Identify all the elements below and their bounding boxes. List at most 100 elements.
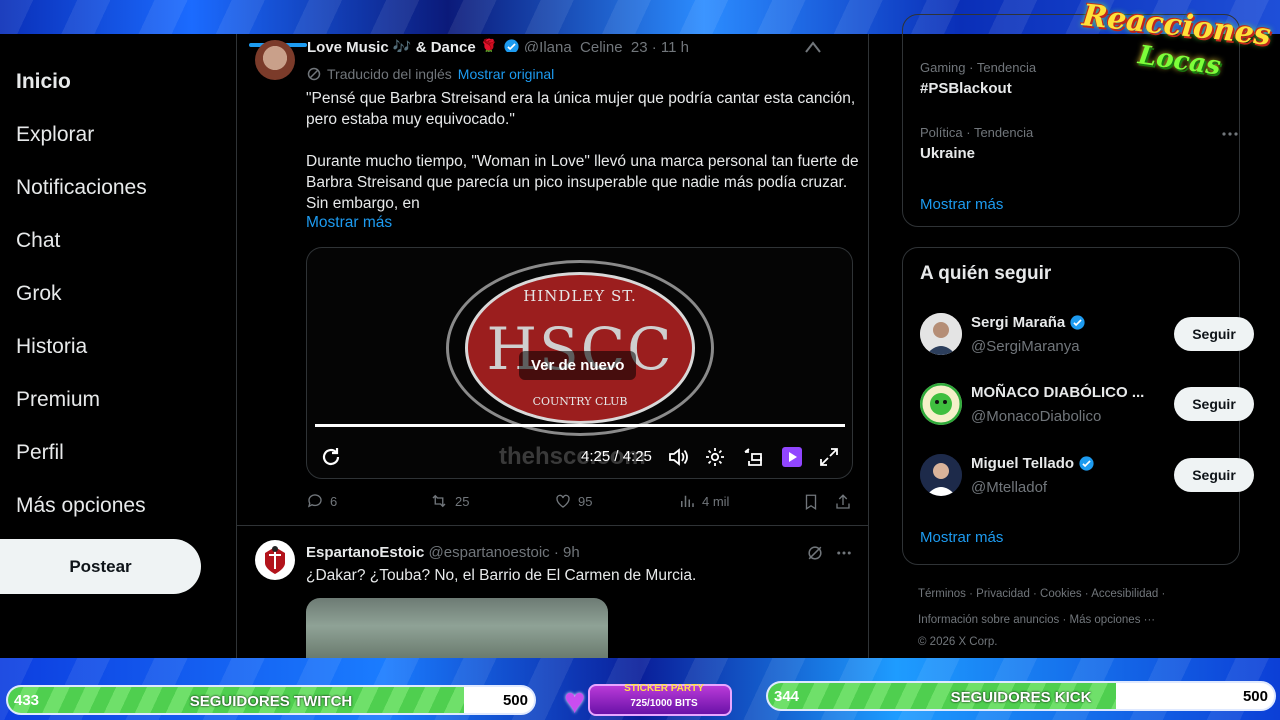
heart-icon [556, 494, 570, 508]
person-photo-icon [920, 313, 962, 355]
replay-icon[interactable] [319, 445, 343, 469]
fullscreen-icon[interactable] [817, 445, 841, 469]
nav-item-inicio[interactable]: Inicio [16, 70, 71, 94]
follow-user-name-text: MOÑACO DIABÓLICO ... [971, 384, 1145, 401]
tweet-text: "Pensé que Barbra Streisand era la única… [306, 90, 859, 212]
views-button[interactable]: 4 mil [678, 492, 729, 510]
trend-name[interactable]: #PSBlackout [920, 80, 1012, 97]
tweet-text: ¿Dakar? ¿Touba? No, el Barrio de El Carm… [306, 567, 697, 584]
nav-item-historia[interactable]: Historia [16, 335, 87, 359]
crest-icon [265, 546, 285, 574]
translate-icon [307, 67, 321, 81]
follow-user-handle[interactable]: @SergiMaranya [971, 338, 1080, 355]
heart-icon: ♥ [564, 680, 586, 720]
repost-count: 25 [455, 493, 470, 509]
avatar[interactable] [920, 313, 962, 355]
nav-item-mas-opciones[interactable]: Más opciones [16, 494, 146, 518]
avatar[interactable] [920, 383, 962, 425]
cartoon-logo-icon [920, 383, 962, 425]
nav-item-grok[interactable]: Grok [16, 282, 62, 306]
show-original-link[interactable]: Mostrar original [458, 66, 554, 82]
author-handle[interactable]: @espartanoestoic · 9h [429, 544, 580, 561]
follow-user-name[interactable]: MOÑACO DIABÓLICO ... [971, 384, 1144, 401]
sticker-party-title: STICKER PARTY [624, 683, 704, 694]
left-navigation: Inicio Explorar Notificaciones Chat Grok… [0, 34, 236, 658]
stream-logo: Reacciones Locas [1081, 0, 1273, 88]
grok-icon[interactable] [805, 543, 825, 563]
verified-badge-icon [1079, 456, 1094, 471]
follow-user-name-text: Miguel Tellado [971, 455, 1075, 472]
like-button[interactable]: 95 [554, 492, 592, 510]
repost-button[interactable]: 25 [429, 492, 469, 510]
video-logo: HINDLEY ST. HSCC COUNTRY CLUB [465, 272, 695, 424]
follow-user-handle[interactable]: @Mtelladof [971, 479, 1047, 496]
video-logo-bottom: COUNTRY CLUB [532, 395, 628, 408]
follow-user-name[interactable]: Miguel Tellado [971, 455, 1095, 472]
trend-meta: Gaming · Tendencia [920, 60, 1037, 75]
follow-show-more-link[interactable]: Mostrar más [920, 529, 1003, 546]
avatar[interactable] [255, 40, 295, 80]
show-more-link[interactable]: Mostrar más [306, 214, 392, 232]
play-next-icon[interactable] [780, 445, 804, 469]
follow-button[interactable]: Seguir [1174, 317, 1254, 351]
footer-links[interactable]: Información sobre anuncios · Más opcione… [918, 614, 1155, 626]
tweet-actions: 6 25 95 4 mil [306, 492, 856, 514]
verified-badge-icon [1070, 315, 1085, 330]
more-options-icon[interactable] [835, 543, 853, 563]
follow-button[interactable]: Seguir [1174, 387, 1254, 421]
nav-item-explorar[interactable]: Explorar [16, 123, 94, 147]
trend-name[interactable]: Ukraine [920, 145, 975, 162]
settings-gear-icon[interactable] [703, 445, 727, 469]
tweet-header: EspartanoEstoic @espartanoestoic · 9h [306, 544, 580, 561]
avatar[interactable] [255, 540, 295, 580]
translated-label: Traducido del inglés [327, 66, 452, 82]
kick-goal-target: 500 [1242, 688, 1268, 705]
views-chart-icon [681, 495, 694, 507]
footer-links[interactable]: Términos · Privacidad · Cookies · Accesi… [918, 588, 1165, 600]
repost-icon [432, 494, 446, 508]
trends-show-more-link[interactable]: Mostrar más [920, 196, 1003, 213]
who-to-follow-card: A quién seguir Sergi Maraña @SergiMarany… [902, 247, 1254, 565]
post-button[interactable]: Postear [0, 539, 201, 594]
nav-item-premium[interactable]: Premium [16, 388, 100, 412]
tweet-image[interactable] [306, 598, 608, 658]
right-sidebar: Gaming · Tendencia #PSBlackout Política … [869, 14, 1280, 658]
twitch-goal-target: 500 [502, 692, 528, 709]
volume-icon[interactable] [666, 445, 690, 469]
nav-item-notificaciones[interactable]: Notificaciones [16, 176, 147, 200]
bookmark-icon[interactable] [802, 492, 820, 512]
tweet-header: Love Music 🎶 & Dance 🌹 @Ilana_Celine_23 … [307, 38, 689, 52]
avatar[interactable] [920, 454, 962, 496]
trend-meta: Política · Tendencia [920, 125, 1034, 140]
follow-user-handle[interactable]: @MonacoDiabolico [971, 408, 1101, 425]
video-progress-bar[interactable] [315, 424, 845, 427]
follow-button[interactable]: Seguir [1174, 458, 1254, 492]
verified-badge-icon [504, 39, 519, 52]
more-options-icon[interactable] [1221, 129, 1239, 139]
who-to-follow-title: A quién seguir [920, 263, 1052, 284]
reply-icon [307, 494, 322, 508]
video-player[interactable]: HINDLEY ST. HSCC COUNTRY CLUB Ver de nue… [306, 247, 853, 479]
twitch-goal-bar: 433 SEGUIDORES TWITCH 500 [6, 685, 536, 715]
nav-item-chat[interactable]: Chat [16, 229, 60, 253]
twitch-goal-title: SEGUIDORES TWITCH [189, 693, 353, 710]
reply-button[interactable]: 6 [306, 492, 337, 510]
share-icon[interactable] [834, 492, 852, 512]
author-name[interactable]: Love Music 🎶 & Dance 🌹 [307, 39, 499, 52]
divider [237, 525, 868, 526]
follow-user-name-text: Sergi Maraña [971, 314, 1066, 331]
nav-item-perfil[interactable]: Perfil [16, 441, 64, 465]
sticker-party-progress: 725/1000 BITS [630, 698, 698, 709]
follow-user-name[interactable]: Sergi Maraña [971, 314, 1086, 331]
copyright: © 2026 X Corp. [918, 636, 998, 648]
timeline-feed: Love Music 🎶 & Dance 🌹 @Ilana_Celine_23 … [236, 34, 869, 658]
grok-icon[interactable] [803, 40, 823, 56]
like-count: 95 [578, 493, 593, 509]
author-name[interactable]: EspartanoEstoic [306, 544, 424, 561]
replay-label[interactable]: Ver de nuevo [519, 351, 637, 380]
picture-in-picture-icon[interactable] [741, 445, 765, 469]
views-count: 4 mil [702, 493, 730, 509]
video-logo-top: HINDLEY ST. [523, 287, 637, 305]
author-handle[interactable]: @Ilana_Celine_23 · 11 h [524, 39, 689, 52]
video-time: 4:25 / 4:25 [581, 448, 652, 465]
